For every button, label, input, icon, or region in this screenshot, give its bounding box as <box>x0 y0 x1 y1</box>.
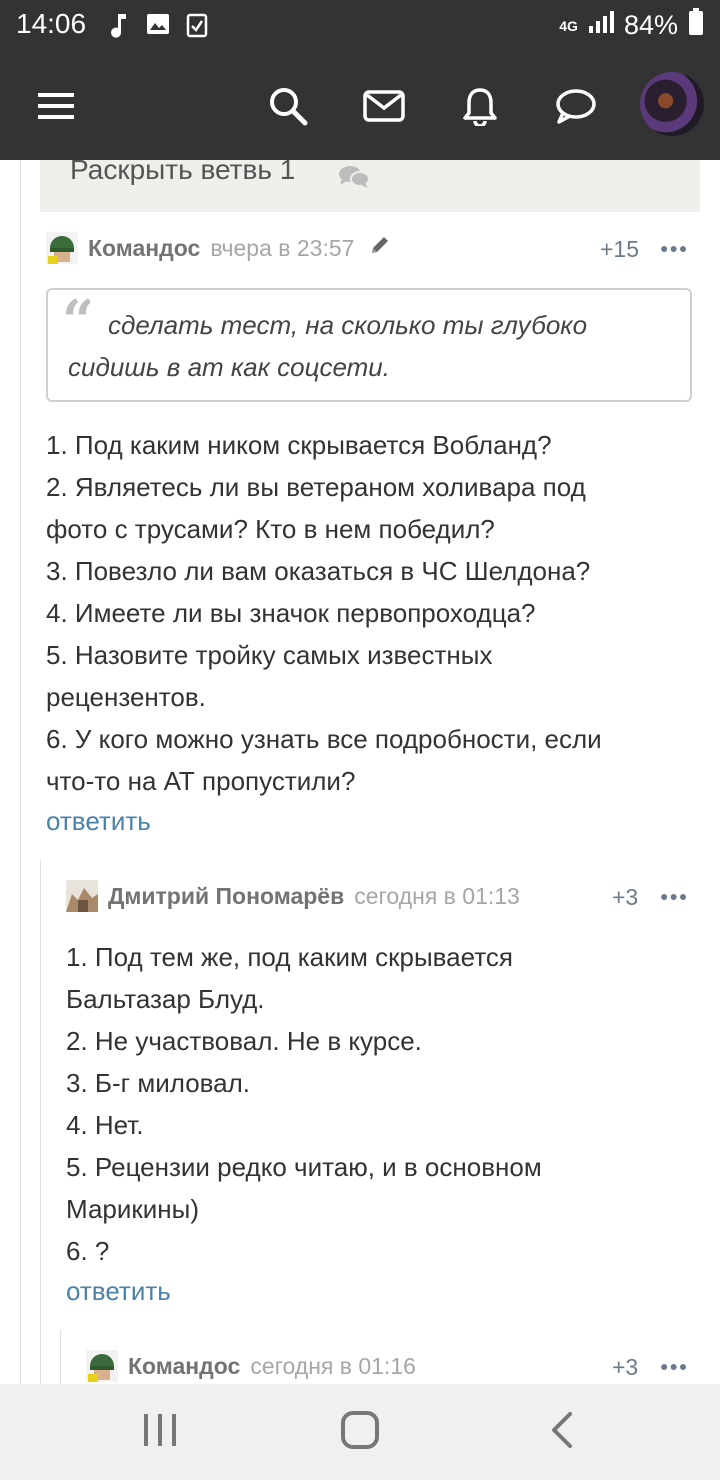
network-type: 4G <box>559 17 578 34</box>
status-bar: 14:06 4G 84% <box>0 0 720 52</box>
comment-date[interactable]: сегодня в 01:13 <box>354 883 520 910</box>
status-time: 14:06 <box>16 8 87 39</box>
comment-line: фото с трусами? Кто в нем победил? <box>46 514 495 544</box>
comment-author[interactable]: Командос <box>128 1353 240 1380</box>
comment-line: 2. Являетесь ли вы ветераном холивара по… <box>46 472 586 502</box>
recent-apps-icon[interactable] <box>140 1410 180 1455</box>
comment-line: что-то на АТ пропустили? <box>46 766 356 796</box>
reply-link[interactable]: ответить <box>66 1276 171 1307</box>
user-avatar[interactable] <box>640 72 704 136</box>
comment-line: 1. Под тем же, под каким скрывается <box>66 942 513 972</box>
comment-line: рецензентов. <box>46 682 206 712</box>
quote-text: сделать тест, на сколько ты глубоко сиди… <box>68 310 588 382</box>
app-bar <box>0 52 720 160</box>
music-note-icon <box>110 12 130 43</box>
menu-icon[interactable] <box>28 78 84 134</box>
comment-line: 5. Назовите тройку самых известных <box>46 640 493 670</box>
thread-line <box>20 160 21 1384</box>
quote-block: “ сделать тест, на сколько ты глубоко си… <box>46 288 692 402</box>
comment-date[interactable]: сегодня в 01:16 <box>250 1353 416 1380</box>
comment-more-icon[interactable]: ●●● <box>660 240 688 256</box>
comment-body: 1. Под тем же, под каким скрывается Баль… <box>66 936 542 1272</box>
comment-line: Марикины) <box>66 1194 199 1224</box>
comment-line: 6. У кого можно узнать все подробности, … <box>46 724 602 754</box>
expand-thread-label: Раскрыть ветвь 1 <box>70 160 296 185</box>
edit-pencil-icon <box>368 233 392 263</box>
comment-rating[interactable]: +3 <box>612 884 638 911</box>
comment-more-icon[interactable]: ●●● <box>660 888 688 904</box>
mail-icon[interactable] <box>356 78 412 134</box>
nested-thread-line <box>60 1330 61 1384</box>
comment-author[interactable]: Дмитрий Пономарёв <box>108 883 344 910</box>
comment-line: 5. Рецензии редко читаю, и в основном <box>66 1152 542 1182</box>
comment-line: Бальтазар Блуд. <box>66 984 265 1014</box>
home-icon[interactable] <box>340 1410 380 1455</box>
comment-body: 1. Под каким ником скрывается Вобланд? 2… <box>46 424 602 802</box>
comment-header: Командос вчера в 23:57 <box>46 232 392 264</box>
commenter-avatar[interactable] <box>46 232 78 264</box>
back-icon[interactable] <box>544 1410 580 1455</box>
comment-line: 1. Под каким ником скрывается Вобланд? <box>46 430 552 460</box>
signal-icon <box>588 10 614 41</box>
comments-icon <box>338 164 370 195</box>
search-icon[interactable] <box>260 78 316 134</box>
comment-header: Командос сегодня в 01:16 <box>86 1350 416 1382</box>
comment-date[interactable]: вчера в 23:57 <box>210 235 354 262</box>
nested-thread-line <box>40 860 41 1384</box>
chat-icon[interactable] <box>548 78 604 134</box>
comment-line: 6. ? <box>66 1236 110 1266</box>
comment-rating[interactable]: +3 <box>612 1354 638 1381</box>
expand-thread-button[interactable]: Раскрыть ветвь 1 <box>40 160 700 212</box>
commenter-avatar[interactable] <box>86 1350 118 1382</box>
commenter-avatar[interactable] <box>66 880 98 912</box>
reply-link[interactable]: ответить <box>46 806 151 837</box>
comment-line: 4. Имеете ли вы значок первопроходца? <box>46 598 536 628</box>
battery-percent: 84% <box>623 10 678 40</box>
battery-icon <box>688 8 704 43</box>
comments-feed: Раскрыть ветвь 1 Командос вчера в 23:57 … <box>0 160 720 1384</box>
task-check-icon <box>186 12 208 43</box>
bell-icon[interactable] <box>452 78 508 134</box>
comment-header: Дмитрий Пономарёв сегодня в 01:13 <box>66 880 520 912</box>
system-nav-bar <box>0 1384 720 1480</box>
comment-line: 4. Нет. <box>66 1110 144 1140</box>
comment-rating[interactable]: +15 <box>600 236 639 263</box>
comment-more-icon[interactable]: ●●● <box>660 1358 688 1374</box>
comment-line: 2. Не участвовал. Не в курсе. <box>66 1026 422 1056</box>
comment-author[interactable]: Командос <box>88 235 200 262</box>
image-icon <box>146 12 170 41</box>
comment-line: 3. Повезло ли вам оказаться в ЧС Шелдона… <box>46 556 591 586</box>
comment-line: 3. Б-г миловал. <box>66 1068 251 1098</box>
